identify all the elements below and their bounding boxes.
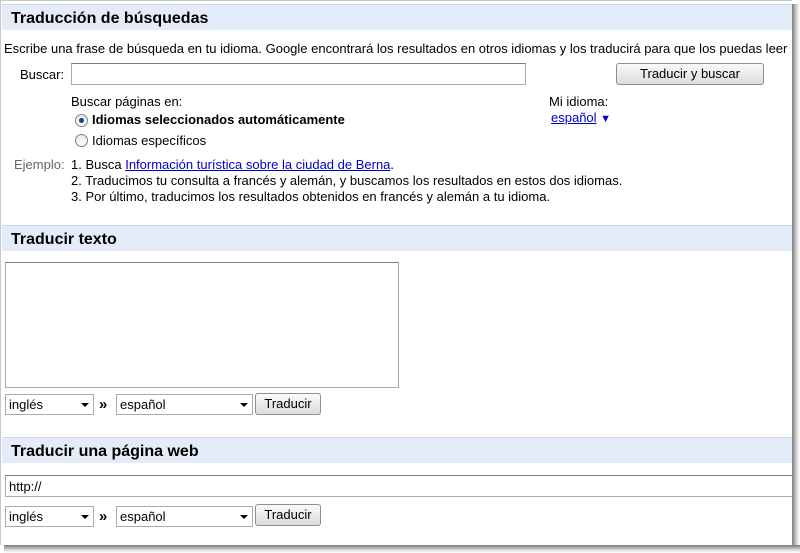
section-header-search-translation: Traducción de búsquedas [2,4,792,30]
text-input-area[interactable] [5,262,399,388]
chevron-down-icon [81,515,89,519]
text-source-language-select[interactable]: inglés [5,394,94,415]
translate-page: Traducción de búsquedas Escribe una fras… [0,0,792,545]
section-title: Traducción de búsquedas [11,10,209,27]
search-label: Buscar: [20,67,65,82]
arrow-icon: » [99,508,108,525]
section-header-web-translation: Traducir una página web [2,437,792,463]
specific-languages-label[interactable]: Idiomas específicos [92,133,206,148]
example-label: Ejemplo: [14,157,65,172]
search-description: Escribe una frase de búsqueda en tu idio… [4,41,788,56]
search-pages-in-label: Buscar páginas en: [71,94,183,109]
section-title: Traducir una página web [11,443,199,460]
my-language-link[interactable]: español [551,110,597,125]
auto-languages-label[interactable]: Idiomas seleccionados automáticamente [92,112,345,127]
web-target-language-select[interactable]: español [116,506,253,527]
web-source-language-select[interactable]: inglés [5,506,94,527]
url-input[interactable]: http:// [5,475,792,497]
window-shadow-bottom [4,545,800,553]
section-header-text-translation: Traducir texto [2,225,792,251]
window-shadow-right [792,4,800,553]
my-language-selector[interactable]: español ▼ [551,110,611,125]
arrow-icon: » [99,396,108,413]
example-step-1: 1. Busca Información turística sobre la … [71,157,395,172]
chevron-down-icon [81,403,89,407]
translate-web-button[interactable]: Traducir [255,504,321,526]
my-language-label: Mi idioma: [549,94,609,109]
example-step-3: 3. Por último, traducimos los resultados… [71,189,551,204]
search-input[interactable] [71,63,526,85]
chevron-down-icon [240,515,248,519]
specific-languages-radio[interactable] [75,134,88,147]
translate-text-button[interactable]: Traducir [255,393,321,415]
translate-and-search-button[interactable]: Traducir y buscar [616,63,764,85]
auto-languages-radio[interactable] [75,114,88,127]
chevron-down-icon [240,403,248,407]
example-step-2: 2. Traducimos tu consulta a francés y al… [71,173,623,188]
example-link[interactable]: Información turística sobre la ciudad de… [125,157,390,172]
chevron-down-icon[interactable]: ▼ [600,113,611,125]
section-title: Traducir texto [11,231,117,248]
text-target-language-select[interactable]: español [116,394,253,415]
